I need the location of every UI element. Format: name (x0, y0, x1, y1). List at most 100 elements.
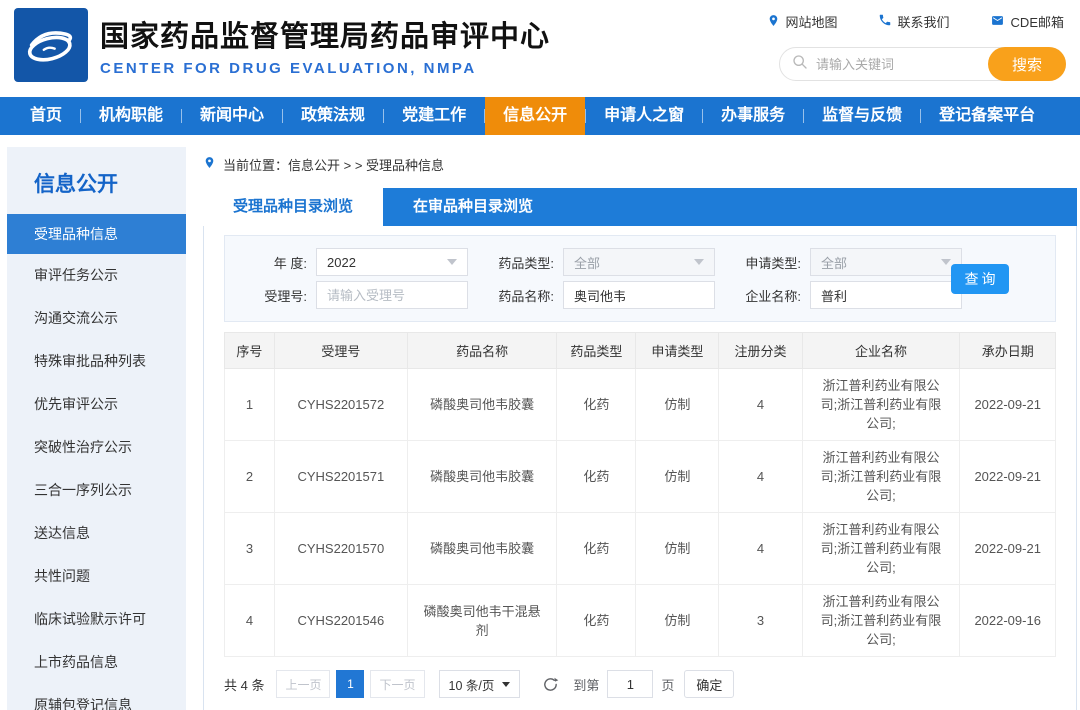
acceptance-no-label: 受理号: (233, 286, 307, 305)
location-pin-icon (203, 155, 216, 173)
sidebar-item-9[interactable]: 临床试验默示许可 (7, 598, 186, 641)
sidebar-item-11[interactable]: 原辅包登记信息 (7, 684, 186, 710)
column-header: 申请类型 (636, 333, 719, 369)
table-cell: 磷酸奥司他韦胶囊 (407, 441, 557, 513)
nav-policies[interactable]: 政策法规 (283, 97, 383, 135)
sidebar-item-10[interactable]: 上市药品信息 (7, 641, 186, 684)
sidebar-item-8[interactable]: 共性问题 (7, 555, 186, 598)
acceptance-no-input[interactable] (316, 281, 468, 309)
goto-page-input[interactable] (607, 670, 653, 698)
table-cell: 2022-09-16 (960, 585, 1056, 657)
chevron-down-icon (941, 259, 951, 265)
search-button[interactable]: 搜索 (988, 47, 1066, 81)
table-row: 4CYHS2201546磷酸奥司他韦干混悬剂化药仿制3浙江普利药业有限公司;浙江… (225, 585, 1056, 657)
filter-box: 年 度: 2022 药品类型: 全部 申请类型: 全部 (224, 235, 1056, 322)
table-cell: 化药 (557, 513, 636, 585)
column-header: 注册分类 (719, 333, 802, 369)
drug-type-select-value: 全部 (574, 253, 694, 272)
table-cell: 1 (225, 369, 275, 441)
year-select[interactable]: 2022 (316, 248, 468, 276)
nav-applicant[interactable]: 申请人之窗 (586, 97, 702, 135)
table-cell: 2 (225, 441, 275, 513)
page-size-select[interactable]: 10 条/页 (439, 670, 521, 698)
nav-info-disclosure[interactable]: 信息公开 (485, 97, 585, 135)
page: 国家药品监督管理局药品审评中心 CENTER FOR DRUG EVALUATI… (0, 0, 1080, 710)
nav-services[interactable]: 办事服务 (703, 97, 803, 135)
next-page-button[interactable]: 下一页 (370, 670, 424, 698)
sidebar-item-5[interactable]: 突破性治疗公示 (7, 426, 186, 469)
table-cell: 磷酸奥司他韦胶囊 (407, 369, 557, 441)
table-cell: 浙江普利药业有限公司;浙江普利药业有限公司; (802, 585, 960, 657)
sidebar-item-7[interactable]: 送达信息 (7, 512, 186, 555)
sidebar-item-0[interactable]: 受理品种信息 (7, 214, 186, 254)
refresh-icon[interactable] (542, 676, 559, 693)
goto-label: 到第 (573, 675, 599, 694)
contact-link[interactable]: 联系我们 (878, 12, 950, 31)
search-icon (792, 54, 808, 75)
table-cell: 磷酸奥司他韦胶囊 (407, 513, 557, 585)
table-cell: 2022-09-21 (960, 513, 1056, 585)
brand-text: 国家药品监督管理局药品审评中心 CENTER FOR DRUG EVALUATI… (100, 13, 550, 77)
table-row: 3CYHS2201570磷酸奥司他韦胶囊化药仿制4浙江普利药业有限公司;浙江普利… (225, 513, 1056, 585)
column-header: 序号 (225, 333, 275, 369)
table-cell: CYHS2201570 (274, 513, 407, 585)
drug-name-label: 药品名称: (480, 286, 554, 305)
table-cell: 仿制 (636, 513, 719, 585)
site-title: 国家药品监督管理局药品审评中心 (100, 13, 550, 55)
apply-type-select[interactable]: 全部 (810, 248, 962, 276)
content-panel: 年 度: 2022 药品类型: 全部 申请类型: 全部 (203, 226, 1077, 710)
nav-home[interactable]: 首页 (12, 97, 80, 135)
query-button[interactable]: 查询 (951, 264, 1009, 294)
search-input[interactable] (808, 57, 988, 72)
cde-mail-link-label: CDE邮箱 (1011, 12, 1064, 31)
page-number-button[interactable]: 1 (336, 670, 364, 698)
sitemap-link[interactable]: 网站地图 (767, 12, 838, 31)
year-select-value: 2022 (327, 255, 447, 270)
table-cell: 4 (719, 369, 802, 441)
page-unit-label: 页 (661, 675, 674, 694)
drug-name-input[interactable] (563, 281, 715, 309)
tab-accepted-catalog[interactable]: 受理品种目录浏览 (203, 188, 383, 226)
chevron-down-icon (694, 259, 704, 265)
tab-under-review-catalog[interactable]: 在审品种目录浏览 (383, 188, 563, 226)
sidebar-item-6[interactable]: 三合一序列公示 (7, 469, 186, 512)
nav-party[interactable]: 党建工作 (384, 97, 484, 135)
cde-mail-link[interactable]: CDE邮箱 (990, 12, 1064, 31)
year-label: 年 度: (233, 253, 307, 272)
nav-functions[interactable]: 机构职能 (81, 97, 181, 135)
nav-registration[interactable]: 登记备案平台 (921, 97, 1053, 135)
map-pin-icon (767, 13, 780, 31)
apply-type-select-value: 全部 (821, 253, 941, 272)
company-label: 企业名称: (727, 286, 801, 305)
main-content: 当前位置：信息公开 > > 受理品种信息 受理品种目录浏览在审品种目录浏览 年 … (203, 147, 1077, 710)
drug-type-select[interactable]: 全部 (563, 248, 715, 276)
contact-link-label: 联系我们 (898, 12, 950, 31)
top-links: 网站地图 联系我们 CDE邮箱 (767, 12, 1064, 31)
column-header: 药品名称 (407, 333, 557, 369)
table-cell: 2022-09-21 (960, 441, 1056, 513)
column-header: 受理号 (274, 333, 407, 369)
breadcrumb: 当前位置：信息公开 > > 受理品种信息 (203, 154, 1077, 174)
page-size-value: 10 条/页 (449, 675, 495, 694)
sidebar-item-2[interactable]: 沟通交流公示 (7, 297, 186, 340)
confirm-button[interactable]: 确定 (684, 670, 734, 698)
table-cell: 磷酸奥司他韦干混悬剂 (407, 585, 557, 657)
nav-supervision[interactable]: 监督与反馈 (804, 97, 920, 135)
table-cell: 浙江普利药业有限公司;浙江普利药业有限公司; (802, 369, 960, 441)
table-cell: 浙江普利药业有限公司;浙江普利药业有限公司; (802, 441, 960, 513)
sidebar-item-1[interactable]: 审评任务公示 (7, 254, 186, 297)
company-input[interactable] (810, 281, 962, 309)
brand: 国家药品监督管理局药品审评中心 CENTER FOR DRUG EVALUATI… (14, 8, 550, 82)
prev-page-button[interactable]: 上一页 (276, 670, 330, 698)
table-cell: 化药 (557, 441, 636, 513)
sidebar: 信息公开 受理品种信息审评任务公示沟通交流公示特殊审批品种列表优先审评公示突破性… (7, 147, 186, 710)
table-cell: 4 (719, 513, 802, 585)
table-header-row: 序号受理号药品名称药品类型申请类型注册分类企业名称承办日期 (225, 333, 1056, 369)
table-cell: 3 (225, 513, 275, 585)
table-cell: CYHS2201546 (274, 585, 407, 657)
table-cell: 化药 (557, 369, 636, 441)
sidebar-item-3[interactable]: 特殊审批品种列表 (7, 340, 186, 383)
sidebar-item-4[interactable]: 优先审评公示 (7, 383, 186, 426)
nav-news[interactable]: 新闻中心 (182, 97, 282, 135)
table-cell: 浙江普利药业有限公司;浙江普利药业有限公司; (802, 513, 960, 585)
